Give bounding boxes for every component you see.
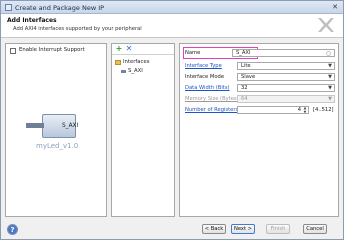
data-width-select[interactable]: 32 ▼ bbox=[237, 84, 335, 92]
interface-icon bbox=[121, 70, 126, 73]
finish-button: Finish bbox=[266, 224, 290, 234]
data-width-value: 32 bbox=[241, 85, 248, 91]
enable-interrupt-checkbox[interactable] bbox=[10, 48, 16, 54]
back-button[interactable]: < Back bbox=[202, 224, 226, 234]
cancel-button[interactable]: Cancel bbox=[303, 224, 327, 234]
memory-size-select: 64 ▼ bbox=[237, 95, 335, 103]
interface-type-select[interactable]: Lite ▼ bbox=[237, 62, 335, 70]
ip-symbol: S_AXI myLed_v1.0 bbox=[26, 114, 96, 164]
spinner-arrows[interactable]: ▲ ▼ bbox=[303, 106, 307, 115]
name-input[interactable]: S_AXI bbox=[232, 49, 335, 57]
interfaces-toolbar: + ✕ bbox=[112, 44, 174, 55]
ip-port bbox=[26, 123, 44, 128]
window-title: Create and Package New IP bbox=[15, 4, 105, 12]
interface-mode-label: Interface Mode bbox=[185, 74, 225, 80]
delete-interface-icon[interactable]: ✕ bbox=[125, 45, 133, 53]
name-value: S_AXI bbox=[236, 50, 251, 56]
interface-mode-select[interactable]: Slave ▼ bbox=[237, 73, 335, 81]
num-registers-value: 4 bbox=[297, 107, 301, 113]
tree-folder-label: Interfaces bbox=[123, 59, 150, 65]
app-icon bbox=[5, 4, 12, 11]
data-width-row: Data Width (Bits) 32 ▼ bbox=[182, 84, 336, 93]
close-button[interactable]: ✕ bbox=[331, 3, 339, 11]
memory-size-label: Memory Size (Bytes) bbox=[185, 96, 239, 102]
page-title: Add Interfaces bbox=[7, 17, 57, 24]
interface-type-value: Lite bbox=[241, 63, 251, 69]
chevron-down-icon: ▼ bbox=[328, 74, 332, 80]
ip-symbol-panel: Enable Interrupt Support S_AXI myLed_v1.… bbox=[5, 43, 107, 217]
clear-icon[interactable] bbox=[326, 51, 331, 56]
interface-type-row: Interface Type Lite ▼ bbox=[182, 62, 336, 71]
chevron-down-icon: ▼ bbox=[328, 63, 332, 69]
interface-type-label[interactable]: Interface Type bbox=[185, 63, 222, 69]
memory-size-value: 64 bbox=[241, 96, 248, 102]
help-icon[interactable]: ? bbox=[7, 224, 18, 235]
memory-size-row: Memory Size (Bytes) 64 ▼ bbox=[182, 95, 336, 104]
page-subtitle: Add AXI4 interfaces supported by your pe… bbox=[13, 26, 142, 32]
ip-name-label: myLed_v1.0 bbox=[36, 142, 79, 150]
xilinx-logo-icon bbox=[318, 18, 334, 32]
num-registers-range: [4..512] bbox=[313, 107, 334, 113]
chevron-down-icon: ▼ bbox=[328, 96, 332, 102]
interface-properties-panel: Name S_AXI Interface Type Lite ▼ Interfa… bbox=[179, 43, 339, 217]
folder-icon bbox=[115, 60, 121, 65]
interfaces-tree-panel: + ✕ Interfaces S_AXI bbox=[111, 43, 175, 217]
ip-block: S_AXI bbox=[42, 114, 79, 138]
ip-port-label: S_AXI bbox=[62, 123, 79, 129]
spin-down-icon[interactable]: ▼ bbox=[303, 110, 307, 115]
interface-mode-value: Slave bbox=[241, 74, 256, 80]
tree-item-label: S_AXI bbox=[128, 68, 143, 74]
wizard-footer: ? < Back Next > Finish Cancel bbox=[1, 221, 343, 240]
wizard-header: Add Interfaces Add AXI4 interfaces suppo… bbox=[1, 14, 343, 38]
interface-mode-row: Interface Mode Slave ▼ bbox=[182, 73, 336, 82]
chevron-down-icon: ▼ bbox=[328, 85, 332, 91]
num-registers-spinner[interactable]: 4 ▲ ▼ bbox=[237, 106, 309, 114]
data-width-label[interactable]: Data Width (Bits) bbox=[185, 85, 230, 91]
num-registers-label[interactable]: Number of Registers bbox=[185, 107, 238, 113]
dialog-window: Create and Package New IP ✕ Add Interfac… bbox=[0, 0, 344, 240]
name-row: Name S_AXI bbox=[182, 49, 336, 58]
enable-interrupt-label: Enable Interrupt Support bbox=[19, 47, 85, 53]
name-label: Name bbox=[185, 50, 201, 56]
title-bar: Create and Package New IP ✕ bbox=[1, 1, 343, 14]
add-interface-icon[interactable]: + bbox=[115, 45, 123, 53]
num-registers-row: Number of Registers 4 ▲ ▼ [4..512] bbox=[182, 106, 336, 115]
wizard-content: Enable Interrupt Support S_AXI myLed_v1.… bbox=[5, 43, 339, 217]
next-button[interactable]: Next > bbox=[231, 224, 255, 234]
